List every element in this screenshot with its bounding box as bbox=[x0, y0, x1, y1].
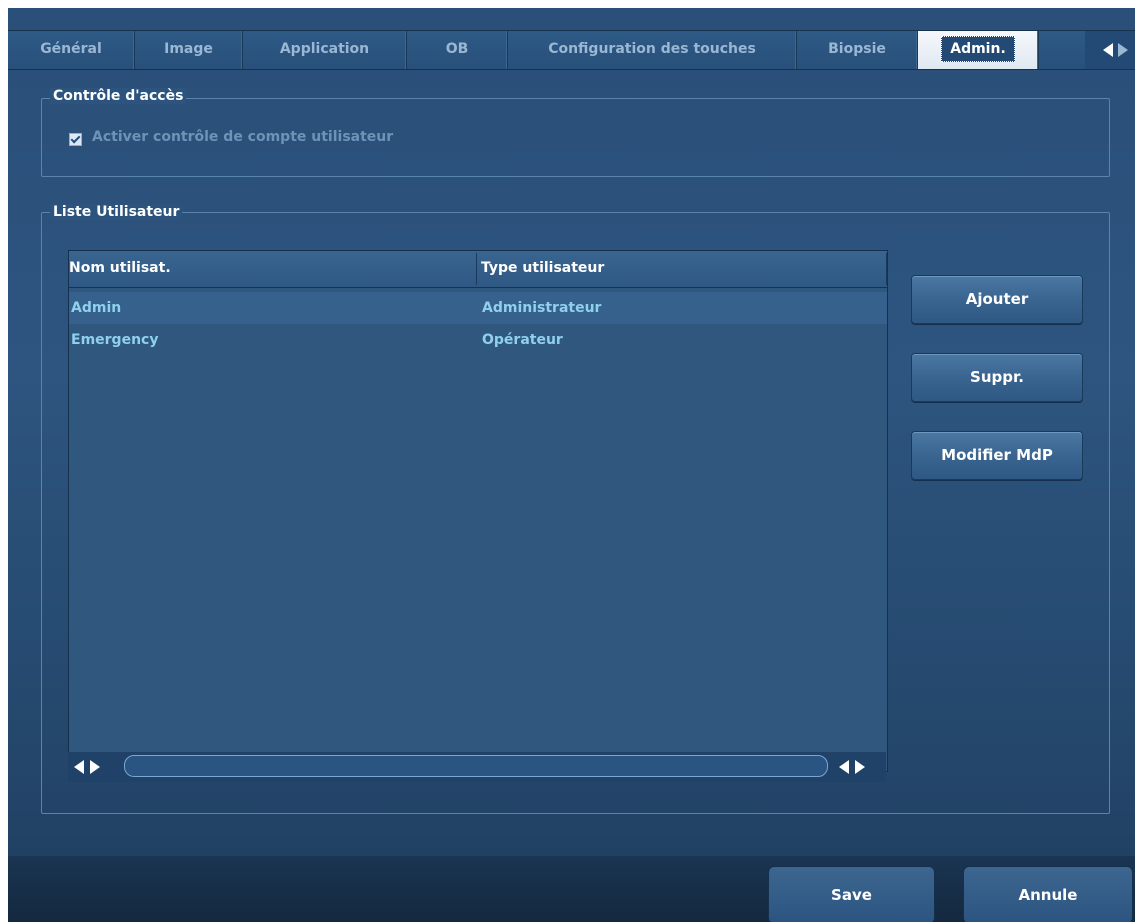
horizontal-scrollbar[interactable] bbox=[68, 752, 886, 782]
tab-image[interactable]: Image bbox=[135, 31, 243, 69]
tab-application[interactable]: Application bbox=[243, 31, 407, 69]
tab-admin[interactable]: Admin. bbox=[918, 31, 1039, 69]
tab-label: Configuration des touches bbox=[548, 41, 756, 57]
tab-label: OB bbox=[445, 41, 469, 57]
tab-label: Biopsie bbox=[828, 41, 886, 57]
change-password-button[interactable]: Modifier MdP bbox=[911, 431, 1083, 480]
checkbox-icon[interactable] bbox=[69, 133, 82, 146]
scrollbar-thumb[interactable] bbox=[124, 755, 828, 777]
scroll-left-icon[interactable] bbox=[74, 760, 84, 774]
cell-user-type: Administrateur bbox=[482, 300, 602, 316]
tab-general[interactable]: Général bbox=[8, 31, 135, 69]
tab-label: Application bbox=[279, 41, 370, 57]
cell-username: Admin bbox=[71, 300, 122, 316]
column-divider bbox=[476, 253, 477, 285]
tab-biopsy[interactable]: Biopsie bbox=[797, 31, 918, 69]
tab-key-configuration[interactable]: Configuration des touches bbox=[508, 31, 797, 69]
arrow-right-icon[interactable] bbox=[1118, 43, 1128, 57]
user-table: Nom utilisat. Type utilisateur Admin Adm… bbox=[68, 250, 888, 772]
delete-user-button[interactable]: Suppr. bbox=[911, 353, 1083, 402]
scroll-right-icon[interactable] bbox=[855, 760, 865, 774]
column-divider bbox=[886, 253, 887, 285]
add-user-button[interactable]: Ajouter bbox=[911, 275, 1083, 324]
tab-label: Image bbox=[164, 41, 213, 57]
access-control-title: Contrôle d'accès bbox=[50, 88, 187, 104]
table-row[interactable]: Admin Administrateur bbox=[69, 292, 887, 324]
arrow-left-icon[interactable] bbox=[1103, 43, 1113, 57]
cell-user-type: Opérateur bbox=[482, 332, 563, 348]
table-header: Nom utilisat. Type utilisateur bbox=[69, 251, 887, 288]
table-row[interactable]: Emergency Opérateur bbox=[69, 324, 887, 356]
tab-label: Général bbox=[40, 41, 102, 57]
cell-username: Emergency bbox=[71, 332, 159, 348]
scroll-left-icon[interactable] bbox=[839, 760, 849, 774]
tab-scroll-controls bbox=[1085, 31, 1135, 69]
cancel-button[interactable]: Annule bbox=[963, 866, 1133, 922]
settings-window: Général Image Application OB Configurati… bbox=[8, 8, 1135, 922]
user-list-title: Liste Utilisateur bbox=[50, 204, 183, 220]
scroll-right-icon[interactable] bbox=[90, 760, 100, 774]
tab-bar: Général Image Application OB Configurati… bbox=[8, 30, 1135, 70]
save-button[interactable]: Save bbox=[768, 866, 935, 922]
tab-label: Admin. bbox=[941, 36, 1015, 62]
enable-user-account-control-label[interactable]: Activer contrôle de compte utilisateur bbox=[92, 129, 393, 145]
column-header-user-type[interactable]: Type utilisateur bbox=[481, 260, 604, 276]
tab-ob[interactable]: OB bbox=[407, 31, 508, 69]
column-header-username[interactable]: Nom utilisat. bbox=[69, 260, 171, 276]
